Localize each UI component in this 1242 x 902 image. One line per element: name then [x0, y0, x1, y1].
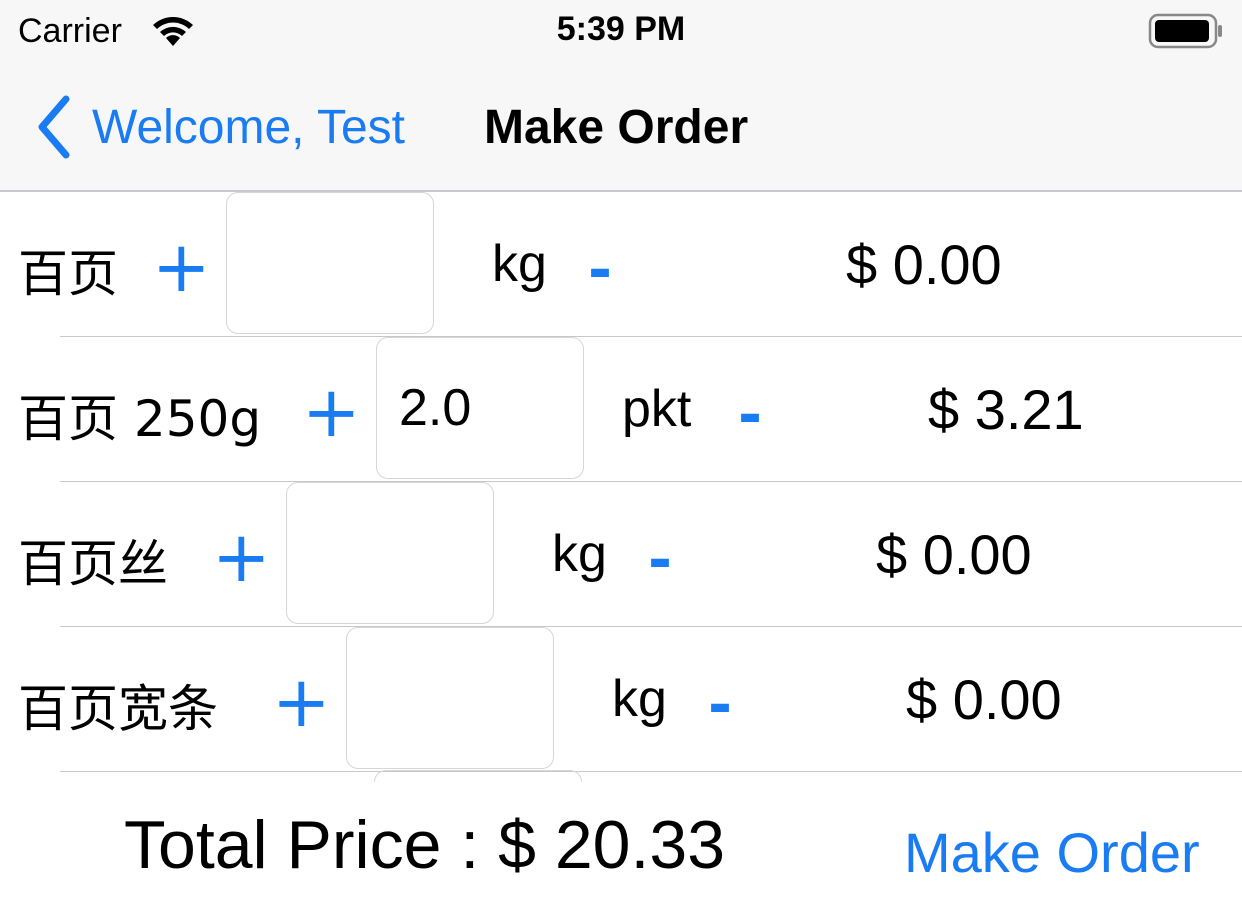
list-item: 百页宽条 + kg - $ 0.00 — [0, 627, 1242, 772]
minus-button[interactable]: - — [700, 667, 740, 737]
item-price: $ 0.00 — [876, 523, 1032, 586]
unit-label: kg — [492, 235, 547, 293]
item-name: 百页 — [18, 245, 118, 303]
plus-button[interactable]: + — [272, 667, 331, 737]
back-button[interactable]: Welcome, Test — [34, 92, 405, 162]
minus-button[interactable]: - — [580, 232, 620, 302]
partial-quantity-input — [374, 770, 582, 782]
unit-label: pkt — [622, 380, 692, 438]
item-price: $ 3.21 — [928, 378, 1084, 441]
navigation-bar: Welcome, Test Make Order — [0, 62, 1242, 192]
item-name: 百页宽条 — [18, 680, 218, 738]
list-item: 百页 + kg - $ 0.00 — [0, 192, 1242, 337]
quantity-input[interactable] — [346, 627, 554, 769]
total-price: Total Price : $ 20.33 — [124, 807, 726, 883]
plus-button[interactable]: + — [152, 232, 211, 302]
quantity-input[interactable] — [226, 192, 434, 334]
plus-button[interactable]: + — [212, 522, 271, 592]
page-title: Make Order — [484, 101, 749, 154]
back-button-label: Welcome, Test — [92, 100, 406, 154]
status-bar: Carrier 5:39 PM — [0, 0, 1242, 62]
item-name: 百页丝 — [18, 535, 168, 593]
minus-button[interactable]: - — [730, 377, 770, 447]
screen: Carrier 5:39 PM Welcome, Test Make Order… — [0, 0, 1242, 902]
quantity-input[interactable] — [376, 337, 584, 479]
chevron-left-icon — [38, 95, 70, 159]
footer-bar: Total Price : $ 20.33 Make Order — [0, 782, 1242, 902]
list-item: 百页丝 + kg - $ 0.00 — [0, 482, 1242, 627]
status-time: 5:39 PM — [556, 10, 686, 48]
battery-icon — [1148, 13, 1222, 49]
make-order-button[interactable]: Make Order — [904, 820, 1200, 885]
order-item-list: 百页 + kg - $ 0.00 百页 250g + pkt - $ 3.21 … — [0, 192, 1242, 782]
quantity-input[interactable] — [286, 482, 494, 624]
minus-button[interactable]: - — [640, 522, 680, 592]
unit-label: kg — [552, 525, 607, 583]
plus-button[interactable]: + — [302, 377, 361, 447]
unit-label: kg — [612, 670, 667, 728]
item-name: 百页 250g — [18, 390, 262, 448]
item-price: $ 0.00 — [906, 668, 1062, 731]
list-item: 百页 250g + pkt - $ 3.21 — [0, 337, 1242, 482]
row-separator — [60, 771, 1242, 772]
item-price: $ 0.00 — [846, 233, 1002, 296]
